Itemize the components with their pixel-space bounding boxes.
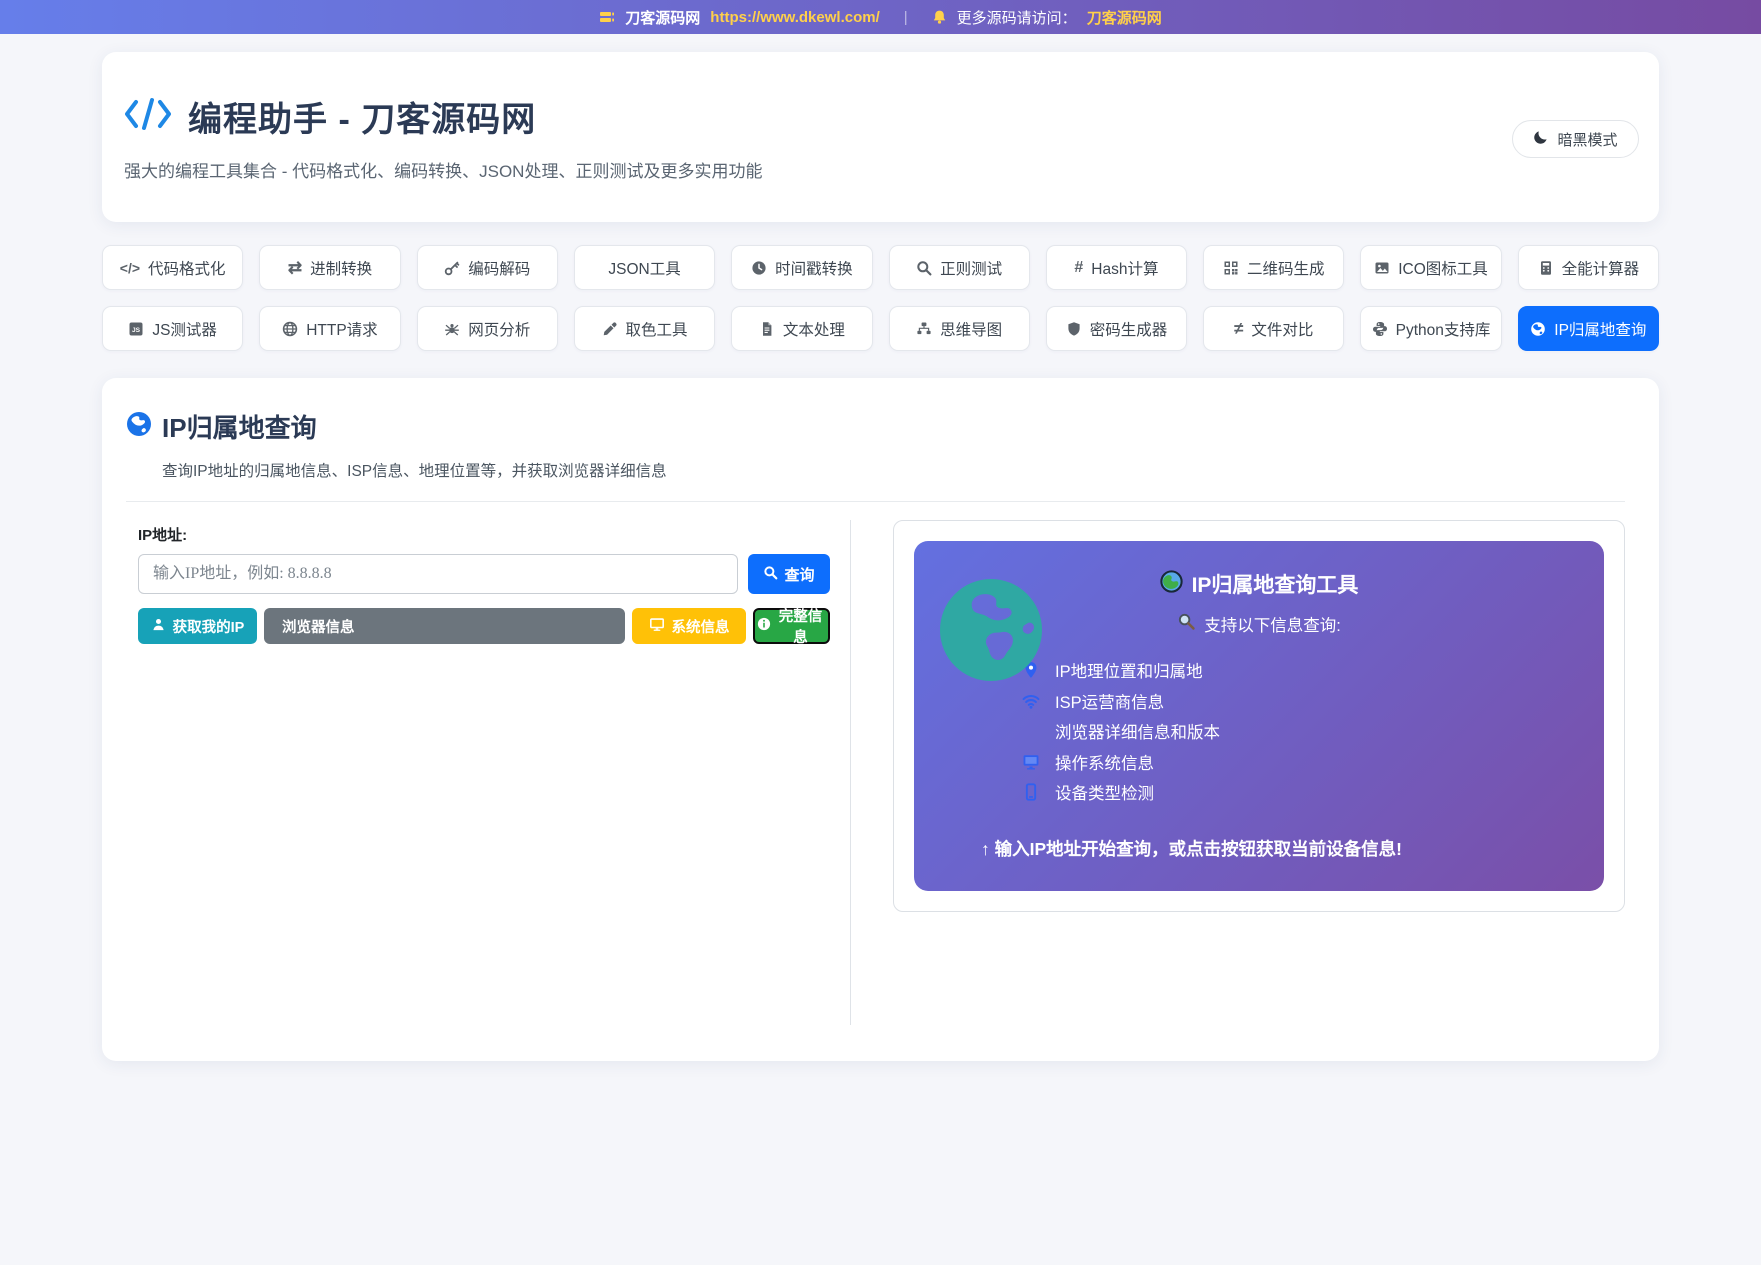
globe-icon	[126, 411, 152, 442]
svg-text:JS: JS	[132, 327, 141, 334]
nav-qrcode[interactable]: 二维码生成	[1203, 245, 1345, 290]
moon-icon	[1533, 129, 1549, 149]
eyedropper-icon	[602, 321, 618, 337]
hash-icon: #	[1074, 258, 1084, 276]
monitor-icon	[1022, 753, 1040, 771]
promo-title: IP归属地查询工具	[1191, 574, 1359, 597]
nav-ip-lookup[interactable]: IP归属地查询	[1517, 306, 1659, 351]
file-text-icon	[759, 321, 775, 337]
notice-text: 更多源码请访问：	[956, 9, 1077, 27]
globe-icon	[1530, 321, 1546, 337]
nav-calculator[interactable]: 全能计算器	[1517, 245, 1659, 290]
feature-item: 操作系统信息	[1022, 753, 1574, 773]
feature-item: IP地理位置和归属地	[1022, 661, 1574, 681]
qrcode-icon	[1223, 260, 1239, 276]
mindmap-icon	[916, 321, 932, 337]
query-button[interactable]: 查询	[748, 554, 830, 594]
site-logo-icon	[599, 9, 615, 25]
ip-lookup-panel: IP归属地查询 查询IP地址的归属地信息、ISP信息、地理位置等，并获取浏览器详…	[102, 378, 1659, 1061]
promo-hint: ↑ 输入IP地址开始查询，或点击按钮获取当前设备信息!	[981, 839, 1402, 859]
code-icon	[122, 96, 174, 137]
nav-password-gen[interactable]: 密码生成器	[1045, 306, 1188, 351]
promo-box: IP归属地查询工具 支持以下信息查询: IP地理位置和归属地 ISP运营商信息 …	[914, 541, 1604, 891]
top-announcement-bar: 刀客源码网 https://www.dkewl.com/ | 更多源码请访问： …	[0, 0, 1761, 34]
promo-subtitle: 支持以下信息查询:	[1204, 617, 1341, 635]
ip-address-label: IP地址:	[138, 527, 188, 544]
nav-js-tester[interactable]: JS JS测试器	[102, 306, 244, 351]
result-area: IP归属地查询工具 支持以下信息查询: IP地理位置和归属地 ISP运营商信息 …	[851, 520, 1625, 1025]
site-url-link[interactable]: https://www.dkewl.com/	[710, 9, 879, 26]
spider-icon	[444, 321, 460, 337]
tool-nav: </> 代码格式化 ⇄ 进制转换 编码解码 JSON工具 时间戳转换 正则测试 …	[102, 245, 1659, 351]
result-card: IP归属地查询工具 支持以下信息查询: IP地理位置和归属地 ISP运营商信息 …	[893, 520, 1625, 912]
nav-file-diff[interactable]: ≠ 文件对比	[1203, 306, 1345, 351]
nav-http-request[interactable]: HTTP请求	[259, 306, 401, 351]
nav-mindmap[interactable]: 思维导图	[888, 306, 1030, 351]
full-info-button[interactable]: 完整信息	[753, 608, 830, 646]
get-my-ip-button[interactable]: 获取我的IP	[138, 608, 257, 644]
notice-link[interactable]: 刀客源码网	[1087, 7, 1162, 28]
wifi-icon	[1022, 692, 1040, 710]
nav-json-tool[interactable]: JSON工具	[573, 245, 716, 290]
nav-code-format[interactable]: </> 代码格式化	[102, 245, 244, 290]
clock-icon	[751, 260, 767, 276]
nav-web-analyze[interactable]: 网页分析	[416, 306, 558, 351]
info-icon	[757, 617, 771, 635]
dark-mode-button[interactable]: 暗黑模式	[1512, 120, 1639, 158]
nav-encode-decode[interactable]: 编码解码	[416, 245, 558, 290]
feature-item: ISP运营商信息	[1022, 692, 1574, 712]
feature-item: 设备类型检测	[1022, 783, 1574, 803]
page-title: 编程助手 - 刀客源码网	[188, 101, 537, 139]
user-icon	[151, 617, 166, 636]
page-header: 编程助手 - 刀客源码网 强大的编程工具集合 - 代码格式化、编码转换、JSON…	[102, 52, 1659, 222]
dark-mode-label: 暗黑模式	[1557, 131, 1618, 149]
empty-icon-spacer	[1022, 722, 1040, 740]
calculator-icon	[1538, 260, 1554, 276]
nav-ico-tool[interactable]: ICO图标工具	[1360, 245, 1502, 290]
search-icon	[763, 565, 778, 584]
divider	[126, 501, 1625, 502]
nav-text-process[interactable]: 文本处理	[731, 306, 873, 351]
nav-base-convert[interactable]: ⇄ 进制转换	[259, 245, 401, 290]
earth-icon	[940, 579, 1042, 681]
page-subtitle: 强大的编程工具集合 - 代码格式化、编码转换、JSON处理、正则测试及更多实用功…	[124, 162, 763, 181]
bell-icon	[932, 9, 947, 25]
feature-item: 浏览器详细信息和版本	[1022, 722, 1574, 742]
python-icon	[1372, 321, 1388, 337]
lookup-form: IP地址: 查询 获取我的IP	[126, 520, 851, 1025]
code-icon: </>	[119, 259, 141, 276]
nav-hash-calc[interactable]: # Hash计算	[1045, 245, 1188, 290]
nav-regex-test[interactable]: 正则测试	[888, 245, 1030, 290]
swap-arrows-icon: ⇄	[287, 257, 303, 277]
section-subtitle: 查询IP地址的归属地信息、ISP信息、地理位置等，并获取浏览器详细信息	[162, 463, 667, 480]
section-title: IP归属地查询	[162, 413, 317, 443]
search-icon	[916, 260, 932, 276]
js-icon: JS	[128, 321, 144, 337]
feature-list: IP地理位置和归属地 ISP运营商信息 浏览器详细信息和版本 操作系统信息 设备…	[944, 661, 1574, 803]
system-info-button[interactable]: 系统信息	[632, 608, 746, 644]
bar-divider: |	[903, 8, 908, 26]
browser-info-button[interactable]: 浏览器信息	[264, 608, 625, 644]
monitor-icon	[649, 617, 665, 636]
globe-emoji-icon	[1159, 569, 1183, 599]
magnifier-icon	[1177, 612, 1196, 636]
globe-icon	[282, 321, 298, 337]
key-icon	[444, 260, 460, 276]
nav-timestamp[interactable]: 时间戳转换	[731, 245, 873, 290]
nav-color-picker[interactable]: 取色工具	[573, 306, 716, 351]
site-name: 刀客源码网	[625, 9, 701, 27]
shield-icon	[1066, 321, 1082, 337]
not-equal-icon: ≠	[1234, 318, 1244, 338]
image-icon	[1374, 260, 1390, 276]
nav-python-lib[interactable]: Python支持库	[1360, 306, 1502, 351]
mobile-icon	[1022, 783, 1040, 801]
ip-address-input[interactable]	[138, 554, 738, 594]
